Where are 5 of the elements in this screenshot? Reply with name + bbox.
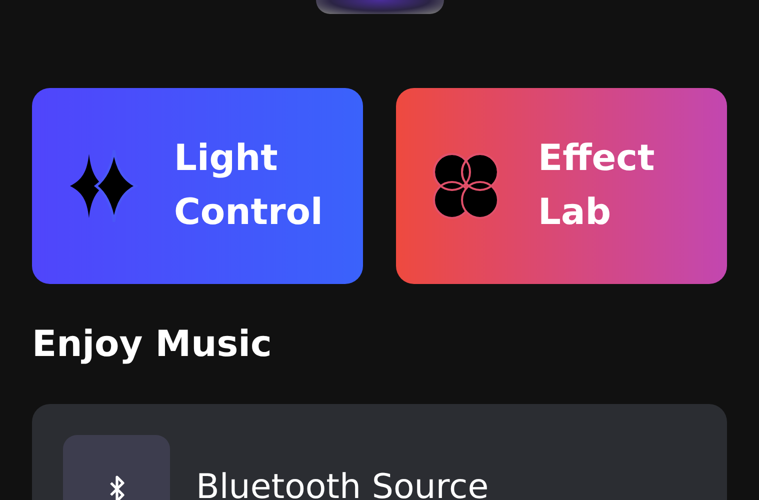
- feature-card[interactable]: Light Control: [32, 88, 363, 284]
- source-item[interactable]: Bluetooth Source: [63, 435, 696, 500]
- four-circles-icon: [430, 150, 502, 222]
- section-title: Enjoy Music: [32, 323, 273, 367]
- feature-card[interactable]: Effect Lab: [396, 88, 727, 284]
